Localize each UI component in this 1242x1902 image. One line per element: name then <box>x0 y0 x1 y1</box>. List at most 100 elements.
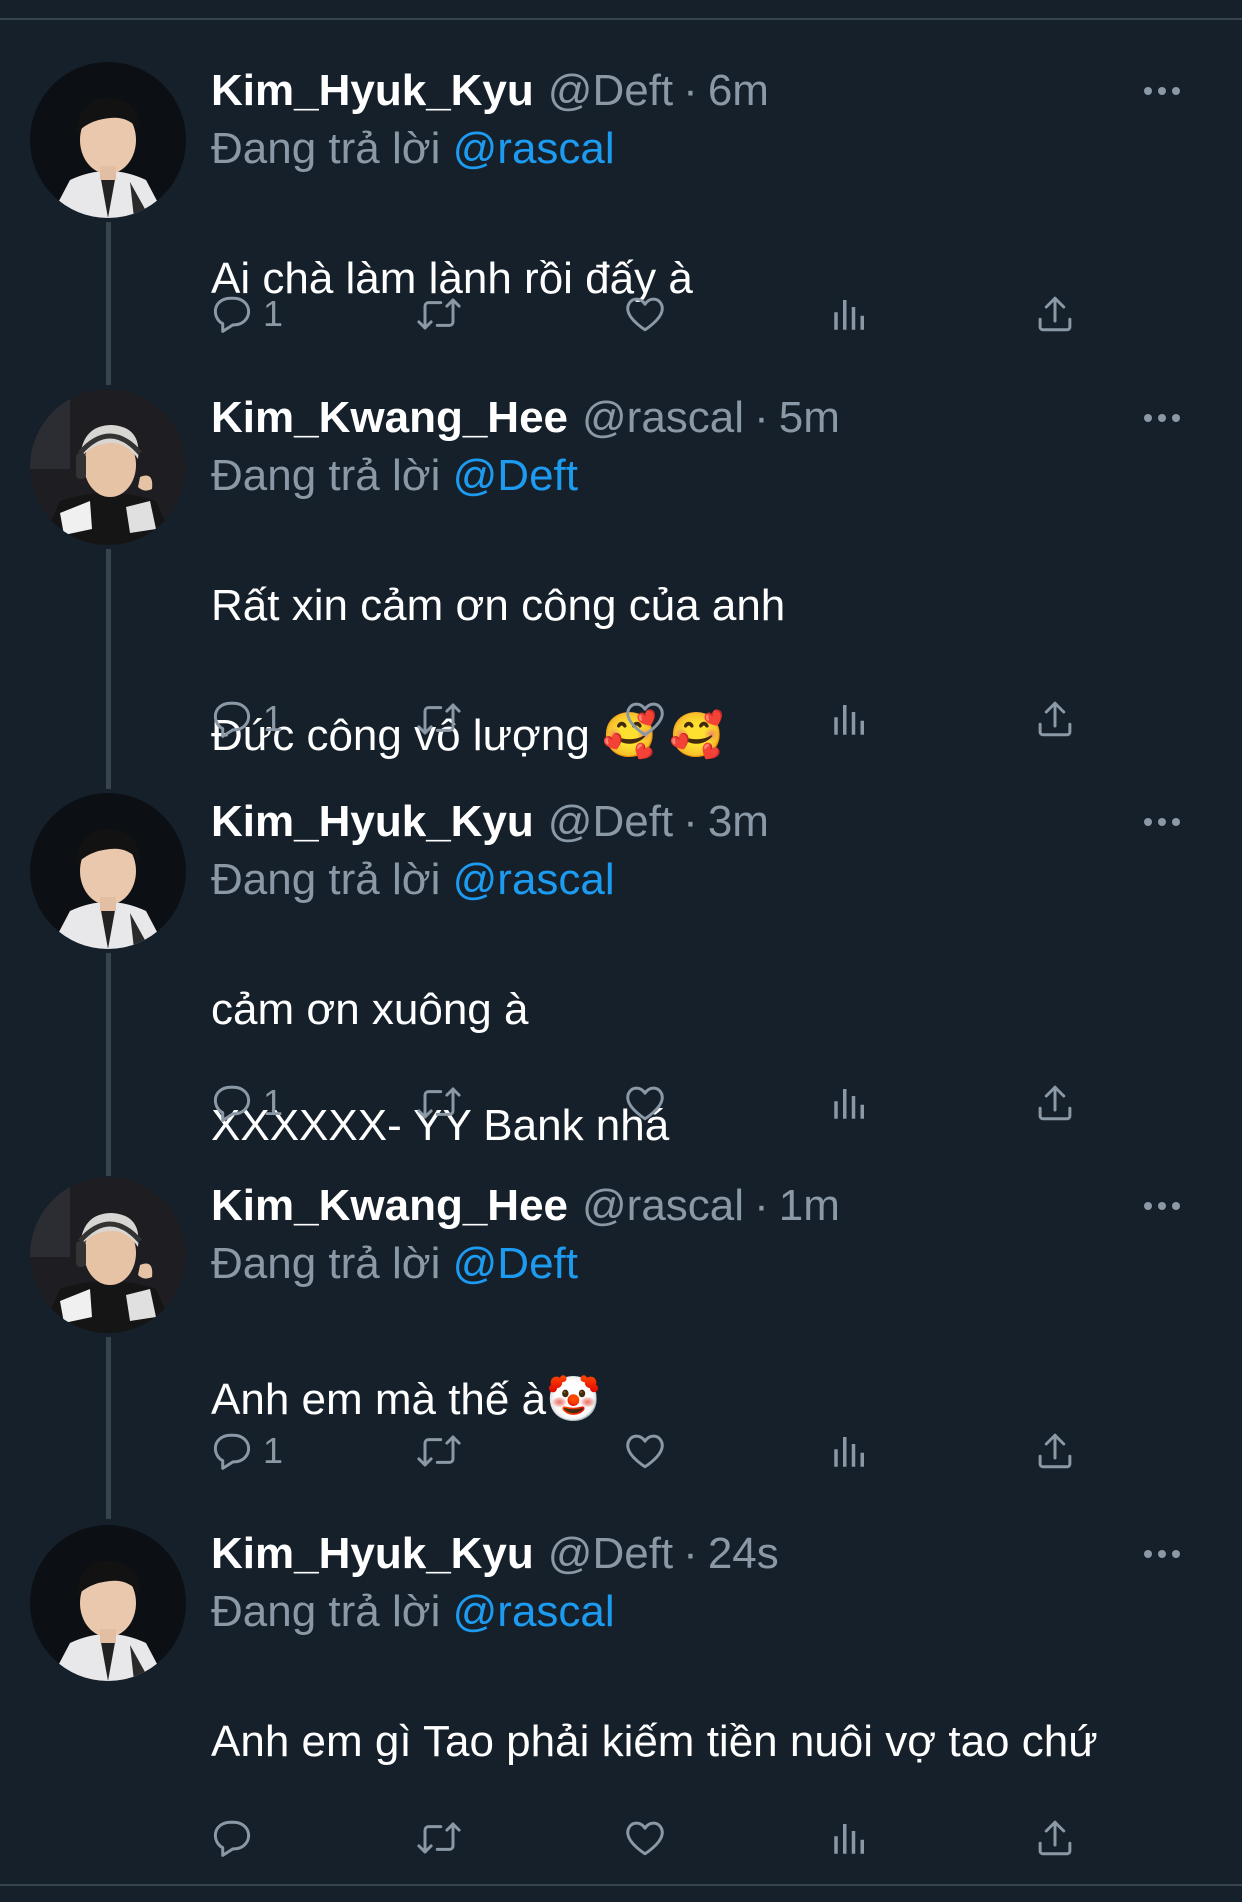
timestamp[interactable]: 5m <box>779 389 840 447</box>
share-icon <box>1034 1082 1076 1124</box>
more-icon[interactable] <box>1122 1525 1202 1583</box>
analytics-icon <box>829 1082 871 1124</box>
reply-button[interactable]: 1 <box>211 1073 283 1133</box>
retweet-button[interactable] <box>416 1073 462 1133</box>
analytics-icon <box>829 293 871 335</box>
analytics-button[interactable] <box>829 284 871 344</box>
tweet-content: Kim_Hyuk_Kyu @Deft · 24s Đang trả lời @r… <box>211 1525 1202 1829</box>
tweet-content: Kim_Hyuk_Kyu @Deft · 3m Đang trả lời @ra… <box>211 793 1202 1213</box>
mention-link[interactable]: @Deft <box>453 451 578 500</box>
mention-link[interactable]: @rascal <box>453 1587 615 1636</box>
thread-line <box>106 1337 111 1519</box>
retweet-button[interactable] <box>416 689 462 749</box>
avatar[interactable] <box>30 1177 186 1333</box>
display-name[interactable]: Kim_Hyuk_Kyu <box>211 62 534 120</box>
reply-count: 1 <box>263 698 284 739</box>
replying-to: Đang trả lời @rascal <box>211 851 1202 909</box>
reply-button[interactable] <box>211 1808 263 1868</box>
share-button[interactable] <box>1034 1421 1076 1481</box>
handle[interactable]: @rascal <box>582 389 744 447</box>
like-button[interactable] <box>624 1808 666 1868</box>
tweet-header: Kim_Hyuk_Kyu @Deft · 3m <box>211 793 1202 851</box>
share-icon <box>1034 293 1076 335</box>
share-button[interactable] <box>1034 1808 1076 1868</box>
retweet-button[interactable] <box>416 284 462 344</box>
share-button[interactable] <box>1034 1073 1076 1133</box>
display-name[interactable]: Kim_Kwang_Hee <box>211 1177 568 1235</box>
tweet-actions: 1 <box>211 284 1101 344</box>
tweet-actions: 1 <box>211 1421 1101 1481</box>
tweet-actions: 1 <box>211 1073 1101 1133</box>
display-name[interactable]: Kim_Kwang_Hee <box>211 389 568 447</box>
separator-dot: · <box>683 66 698 115</box>
retweet-icon <box>416 293 462 335</box>
analytics-button[interactable] <box>829 1421 871 1481</box>
more-icon[interactable] <box>1122 389 1202 447</box>
avatar[interactable] <box>30 62 186 218</box>
analytics-icon <box>829 1430 871 1472</box>
mention-link[interactable]: @Deft <box>453 1239 578 1288</box>
tweet-text: Anh em gì Tao phải kiếm tiền nuôi vợ tao… <box>211 1655 1192 1829</box>
mention-link[interactable]: @rascal <box>453 855 615 904</box>
tweet-content: Kim_Kwang_Hee @rascal · 5m Đang trả lời … <box>211 389 1202 823</box>
handle[interactable]: @Deft <box>548 793 673 851</box>
analytics-icon <box>829 698 871 740</box>
reply-button[interactable]: 1 <box>211 689 283 749</box>
timestamp[interactable]: 6m <box>708 62 769 120</box>
reply-button[interactable]: 1 <box>211 284 283 344</box>
share-button[interactable] <box>1034 284 1076 344</box>
analytics-icon <box>829 1817 871 1859</box>
more-icon[interactable] <box>1122 1177 1202 1235</box>
replying-to-label: Đang trả lời <box>211 855 441 904</box>
handle[interactable]: @Deft <box>548 1525 673 1583</box>
retweet-button[interactable] <box>416 1808 462 1868</box>
avatar[interactable] <box>30 793 186 949</box>
retweet-icon <box>416 698 462 740</box>
timestamp[interactable]: 3m <box>708 793 769 851</box>
timestamp[interactable]: 1m <box>779 1177 840 1235</box>
like-icon <box>624 1430 666 1472</box>
more-icon[interactable] <box>1122 62 1202 120</box>
handle[interactable]: @rascal <box>582 1177 744 1235</box>
reply-button[interactable]: 1 <box>211 1421 283 1481</box>
thread-line <box>106 549 111 789</box>
handle[interactable]: @Deft <box>548 62 673 120</box>
analytics-button[interactable] <box>829 1808 871 1868</box>
avatar[interactable] <box>30 1525 186 1681</box>
thread-line <box>106 953 111 1176</box>
avatar[interactable] <box>30 389 186 545</box>
tweet-header: Kim_Hyuk_Kyu @Deft · 6m <box>211 62 1202 120</box>
separator-dot: · <box>754 1181 769 1230</box>
tweet-actions <box>211 1808 1101 1868</box>
display-name[interactable]: Kim_Hyuk_Kyu <box>211 1525 534 1583</box>
tweet-text-line: Anh em gì Tao phải kiếm tiền nuôi vợ tao… <box>211 1717 1098 1766</box>
like-button[interactable] <box>624 284 666 344</box>
more-icon[interactable] <box>1122 793 1202 851</box>
separator-dot: · <box>754 393 769 442</box>
share-button[interactable] <box>1034 689 1076 749</box>
share-icon <box>1034 698 1076 740</box>
reply-icon <box>211 1430 253 1472</box>
mention-link[interactable]: @rascal <box>453 124 615 173</box>
reply-icon <box>211 293 253 335</box>
display-name[interactable]: Kim_Hyuk_Kyu <box>211 793 534 851</box>
like-button[interactable] <box>624 1073 666 1133</box>
reply-icon <box>211 698 253 740</box>
retweet-button[interactable] <box>416 1421 462 1481</box>
top-divider <box>0 0 1242 20</box>
separator-dot: · <box>683 1529 698 1578</box>
tweet-header: Kim_Kwang_Hee @rascal · 1m <box>211 1177 1202 1235</box>
like-icon <box>624 1817 666 1859</box>
analytics-button[interactable] <box>829 1073 871 1133</box>
like-button[interactable] <box>624 689 666 749</box>
reply-icon <box>211 1082 253 1124</box>
retweet-icon <box>416 1430 462 1472</box>
bottom-divider <box>0 1884 1242 1886</box>
timestamp[interactable]: 24s <box>708 1525 779 1583</box>
like-button[interactable] <box>624 1421 666 1481</box>
tweet-text: Rất xin cảm ơn công của anh Đức công vô … <box>211 519 1202 823</box>
analytics-button[interactable] <box>829 689 871 749</box>
like-icon <box>624 1082 666 1124</box>
tweet-text: cảm ơn xuông à XXXXXX- YY Bank nhá <box>211 923 1202 1213</box>
retweet-icon <box>416 1817 462 1859</box>
